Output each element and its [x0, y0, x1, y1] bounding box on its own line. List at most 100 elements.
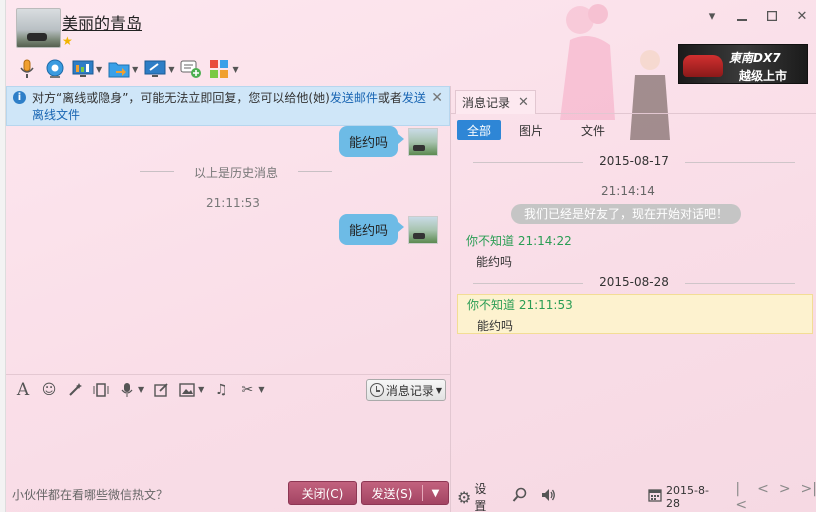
close-tab-icon[interactable]: ✕ — [518, 95, 529, 110]
screen-share-button[interactable]: ▼ — [144, 56, 174, 82]
magic-wand-icon[interactable] — [66, 381, 84, 399]
message-history-panel: 消息记录 ✕ 全部 图片 文件 2015-08-17 21:14:14 我们已经… — [450, 86, 816, 512]
date-label: 2015-08-28 — [599, 275, 669, 289]
chevron-down-icon[interactable]: ▼ — [198, 385, 204, 394]
divider-line — [473, 162, 583, 163]
toolbar: ▼ ▼ ▼ ▼ — [16, 56, 239, 82]
apps-button[interactable]: ▼ — [208, 56, 239, 82]
screenshot-scissors-icon[interactable]: ✂ — [238, 381, 256, 399]
message-row: 能约吗 — [338, 126, 438, 157]
contact-name[interactable]: 美丽的青岛 — [62, 10, 142, 34]
divider-line — [473, 283, 583, 284]
remote-desktop-button[interactable]: ▼ — [72, 56, 102, 82]
close-icon[interactable]: ✕ — [794, 8, 810, 24]
send-email-link[interactable]: 发送邮件 — [330, 91, 378, 105]
header: 美丽的青岛 ★ ▾ ✕ ▼ ▼ ▼ ▼ 東南DX7 越级上市 — [6, 0, 816, 86]
chevron-down-icon: ▼ — [435, 385, 442, 395]
message-bubble[interactable]: 能约吗 — [338, 214, 405, 245]
chevron-down-icon[interactable]: ▼ — [258, 385, 264, 394]
shake-icon[interactable] — [92, 381, 110, 399]
message-body[interactable]: 能约吗 — [476, 253, 512, 270]
hot-articles-link[interactable]: 小伙伴都在看哪些微信热文？ — [12, 486, 168, 503]
message-header: 你不知道 21:14:22 — [466, 234, 572, 248]
send-button-label: 发送(S) — [371, 486, 413, 501]
maximize-icon[interactable] — [764, 8, 780, 24]
chevron-down-icon[interactable]: ▼ — [232, 65, 238, 74]
invite-chat-button[interactable] — [180, 56, 202, 82]
next-page-icon[interactable]: > — [779, 481, 791, 512]
message-history-button[interactable]: 消息记录 ▼ — [365, 379, 446, 401]
voice-message-icon[interactable] — [118, 381, 136, 399]
chat-history: 能约吗 以上是历史消息 21:11:53 能约吗 — [6, 126, 450, 374]
chat-window: 美丽的青岛 ★ ▾ ✕ ▼ ▼ ▼ ▼ 東南DX7 越级上市 i 对方“离线或隐… — [0, 0, 816, 512]
close-button[interactable]: 关闭(C) — [288, 481, 357, 505]
star-icon: ★ — [62, 34, 73, 48]
system-message: 我们已经是好友了，现在开始对话吧！ — [511, 204, 741, 224]
history-filter-tabs: 全部 图片 文件 — [457, 120, 615, 140]
prev-page-icon[interactable]: < — [757, 481, 769, 512]
date-divider: 2015-08-17 — [451, 154, 816, 168]
last-page-icon[interactable]: >| — [801, 481, 816, 512]
settings-label[interactable]: 设置 — [474, 480, 496, 512]
date-label: 2015-08-17 — [599, 154, 669, 168]
chevron-down-icon[interactable]: ▼ — [138, 385, 144, 394]
voice-call-button[interactable] — [16, 56, 38, 82]
avatar[interactable] — [408, 215, 438, 244]
avatar[interactable] — [408, 127, 438, 156]
chevron-down-icon[interactable]: ▼ — [96, 65, 102, 74]
message-header: 你不知道 21:11:53 — [467, 298, 573, 312]
first-page-icon[interactable]: |< — [735, 481, 747, 512]
send-file-button[interactable]: ▼ — [108, 56, 138, 82]
bottom-bar: 小伙伴都在看哪些微信热文？ 关闭(C) 发送(S) ▼ — [6, 478, 450, 512]
apps-grid-icon — [208, 58, 230, 80]
send-options-chevron-icon[interactable]: ▼ — [423, 488, 448, 499]
filter-tab-files[interactable]: 文件 — [571, 120, 615, 140]
filter-tab-all[interactable]: 全部 — [457, 120, 502, 140]
input-toolbar: A ☺ ▼ ▼ ♫ ✂ ▼ 消息记录 ▼ — [6, 374, 450, 404]
history-date[interactable]: 2015-8-28 — [666, 484, 717, 510]
highlighted-message[interactable]: 你不知道 21:11:53 能约吗 — [457, 294, 813, 334]
info-icon: i — [13, 91, 26, 104]
notice-text: 对方“离线或隐身”，可能无法立即回复，您可以给他(她) — [32, 91, 330, 105]
ad-banner[interactable]: 東南DX7 越级上市 — [678, 44, 808, 84]
video-call-button[interactable] — [44, 56, 66, 82]
divider-line — [685, 162, 795, 163]
monitor-icon — [72, 58, 94, 80]
message-time: 21:11:53 — [206, 196, 260, 210]
history-footer: ⚙ 设置 2015-8-28 |< < > >| — [451, 480, 816, 512]
notice-text-mid: 或者 — [377, 91, 402, 105]
search-icon[interactable] — [512, 487, 528, 507]
message-body: 能约吗 — [477, 319, 514, 333]
emoji-icon[interactable]: ☺ — [40, 381, 58, 399]
message-bubble[interactable]: 能约吗 — [338, 126, 405, 157]
close-icon[interactable]: ✕ — [431, 90, 443, 107]
calendar-icon[interactable] — [648, 488, 662, 506]
chevron-down-icon[interactable]: ▼ — [132, 65, 138, 74]
gear-icon[interactable]: ⚙ — [457, 488, 471, 507]
music-icon[interactable]: ♫ — [212, 381, 230, 399]
system-message-time: 21:14:14 — [601, 184, 655, 198]
chevron-down-icon[interactable]: ▼ — [168, 65, 174, 74]
page-navigation: |< < > >| — [735, 481, 816, 512]
message-row: 能约吗 — [338, 214, 438, 245]
message-input[interactable] — [6, 404, 450, 480]
filter-tab-images[interactable]: 图片 — [509, 120, 553, 140]
add-chat-icon — [180, 58, 202, 80]
folder-icon — [108, 58, 130, 80]
contact-avatar[interactable] — [16, 8, 61, 48]
dropdown-menu-icon[interactable]: ▾ — [704, 8, 720, 24]
clock-icon — [369, 383, 384, 397]
ad-subtitle: 越级上市 — [739, 69, 788, 83]
font-icon[interactable]: A — [14, 380, 32, 400]
image-icon[interactable] — [178, 381, 196, 399]
edit-icon[interactable] — [152, 381, 170, 399]
date-divider: 2015-08-28 — [451, 275, 816, 289]
send-button[interactable]: 发送(S) ▼ — [361, 481, 449, 505]
minimize-icon[interactable] — [734, 8, 750, 24]
window-controls: ▾ ✕ — [704, 8, 810, 24]
history-divider: 以上是历史消息 — [140, 164, 332, 181]
car-image — [683, 55, 723, 77]
tab-message-history[interactable]: 消息记录 ✕ — [455, 90, 536, 114]
screen-share-icon — [144, 58, 166, 80]
speaker-icon[interactable] — [540, 487, 556, 507]
